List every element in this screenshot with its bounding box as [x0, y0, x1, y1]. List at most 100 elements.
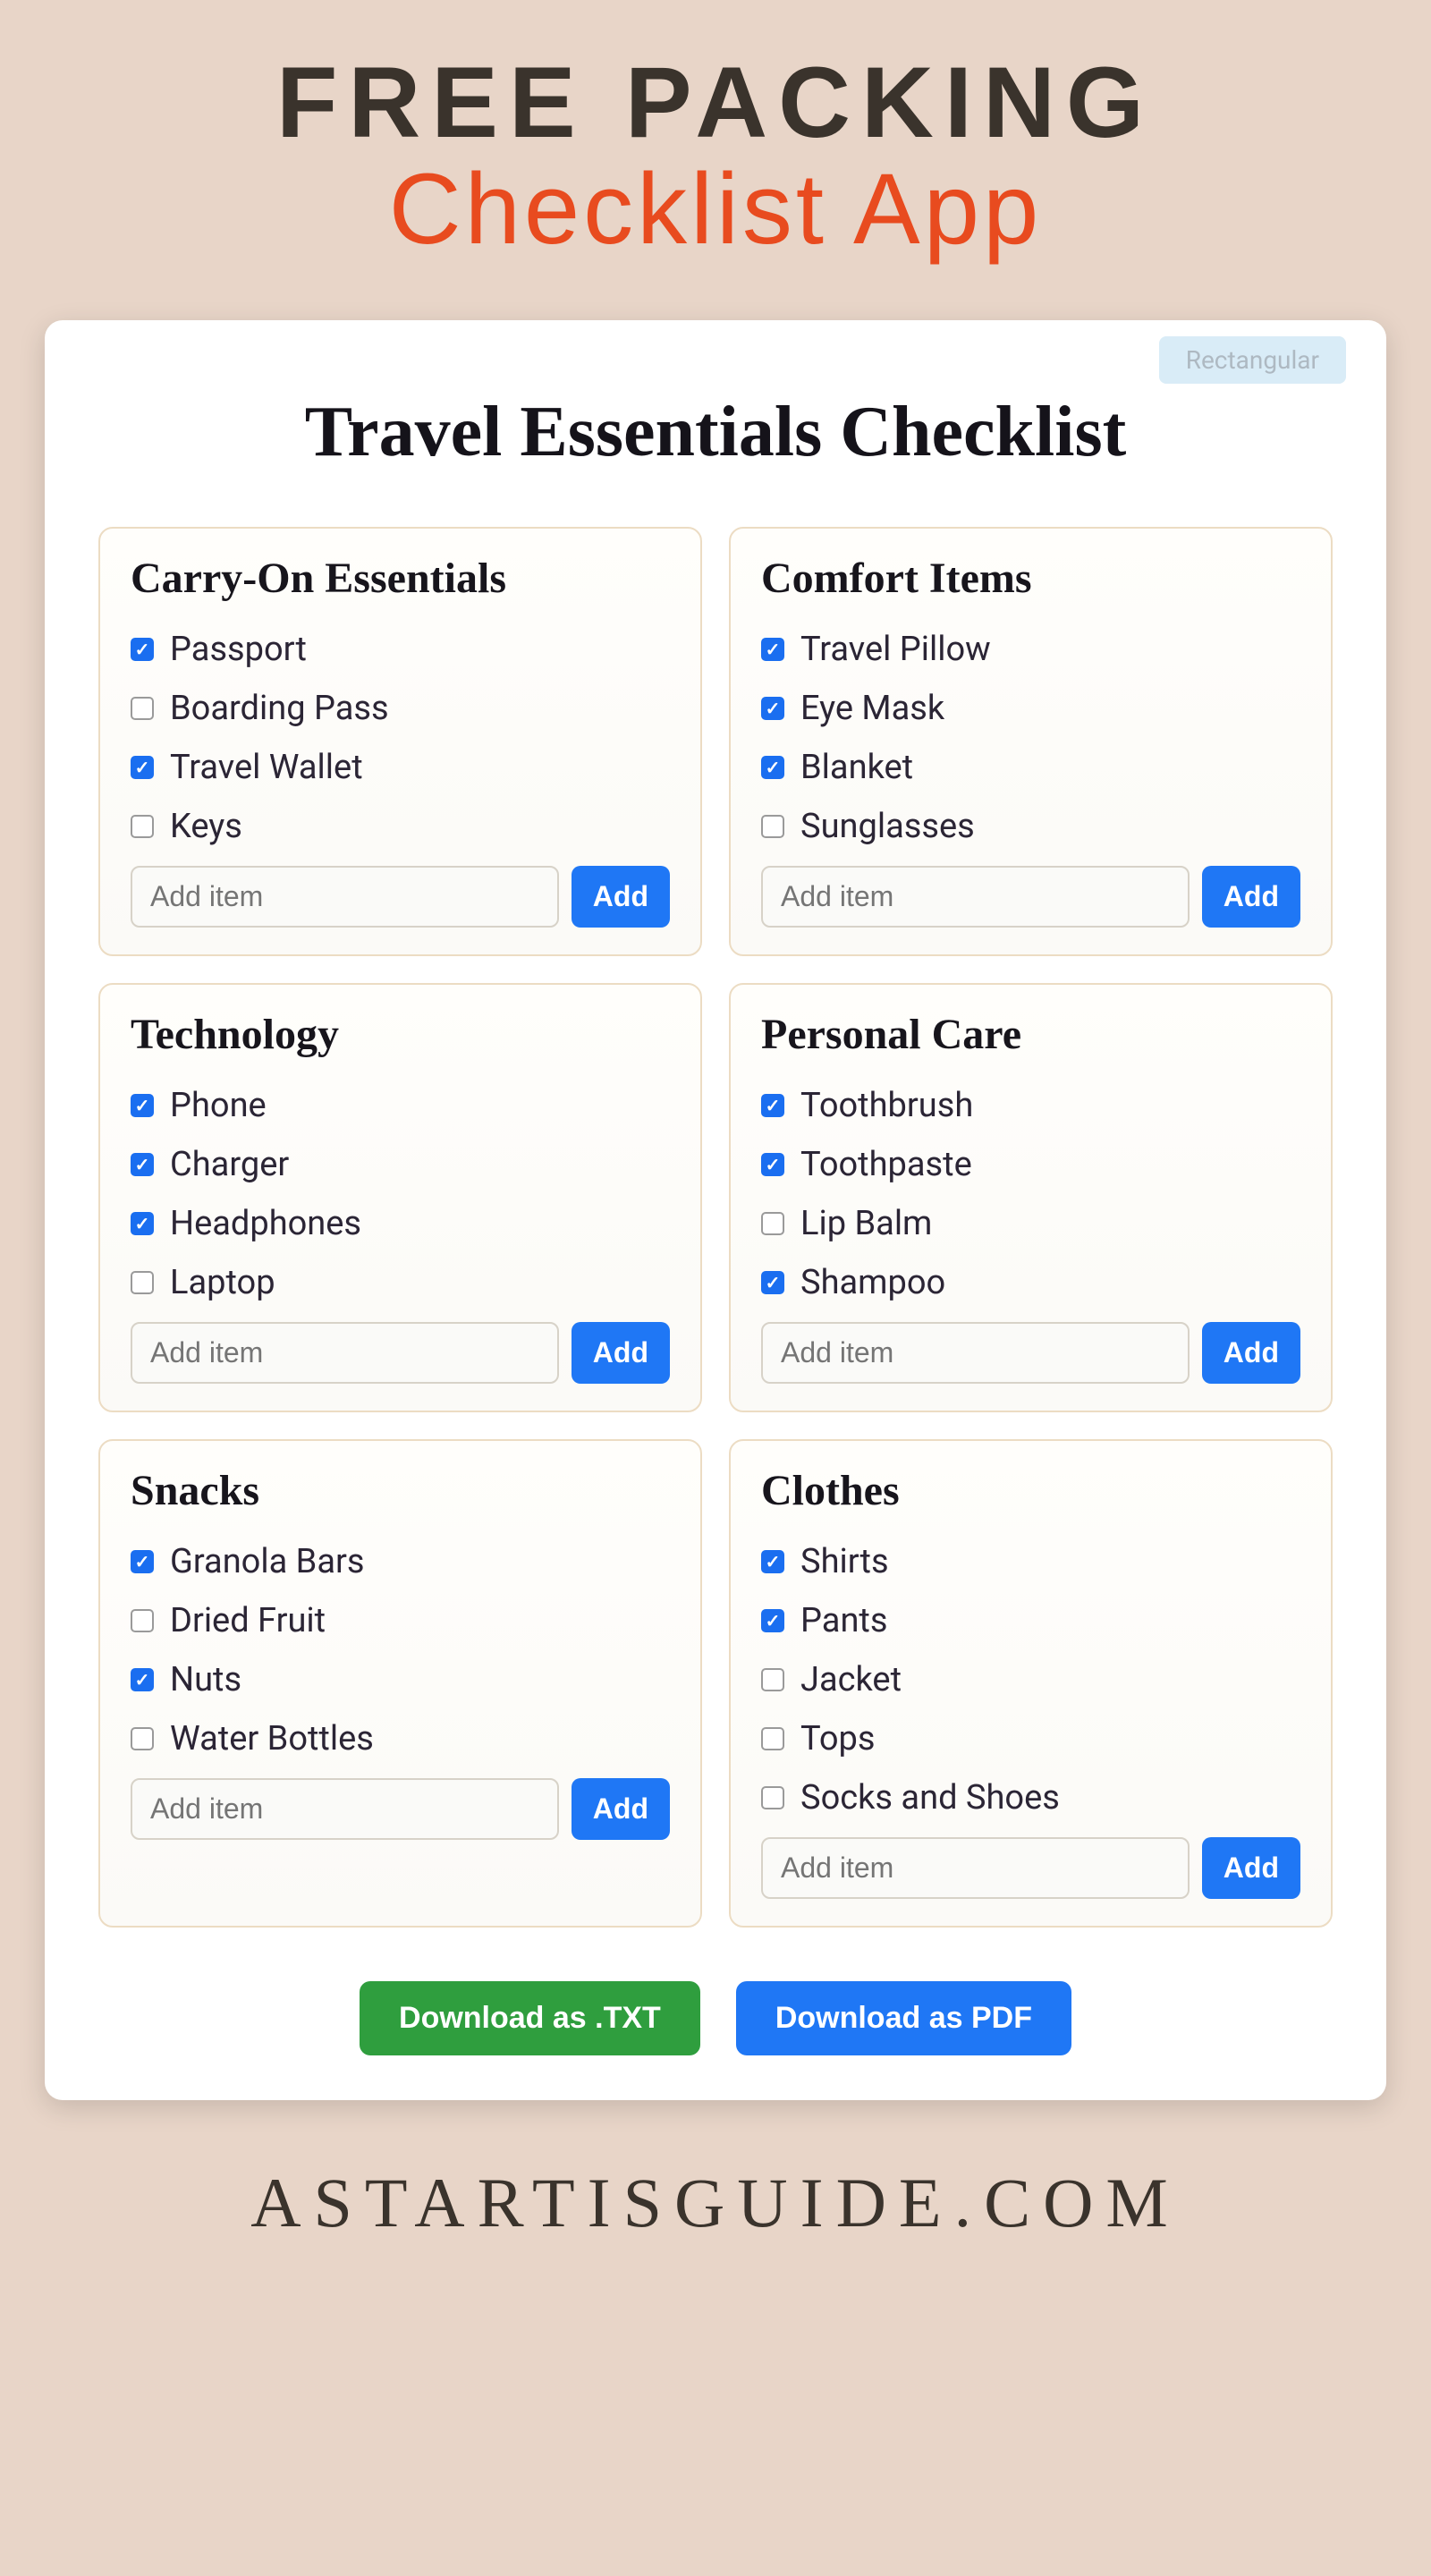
item-checkbox[interactable] [131, 1668, 154, 1691]
item-checkbox[interactable] [761, 1094, 784, 1117]
add-item-button[interactable]: Add [1202, 866, 1300, 928]
checklist-group: Carry-On Essentials Passport Boarding Pass… [98, 527, 702, 956]
item-label: Toothpaste [800, 1145, 972, 1184]
list-item: Travel Pillow [761, 630, 1300, 669]
item-checkbox[interactable] [761, 1212, 784, 1235]
download-txt-button[interactable]: Download as .TXT [360, 1981, 700, 2055]
group-title: Comfort Items [761, 554, 1300, 603]
item-checkbox[interactable] [131, 815, 154, 838]
item-checkbox[interactable] [131, 756, 154, 779]
item-checkbox[interactable] [761, 697, 784, 720]
list-item: Toothpaste [761, 1145, 1300, 1184]
item-checkbox[interactable] [761, 1550, 784, 1573]
list-item: Eye Mask [761, 689, 1300, 728]
item-label: Travel Wallet [170, 748, 363, 787]
add-item-input[interactable] [761, 1837, 1190, 1899]
checklist-group: Personal CareToothbrushToothpasteLip Bal… [729, 983, 1333, 1412]
list-item: Travel Wallet [131, 748, 670, 787]
add-item-row: Add [761, 1322, 1300, 1384]
item-label: Socks and Shoes [800, 1778, 1060, 1818]
list-item: Granola Bars [131, 1542, 670, 1581]
item-checkbox[interactable] [761, 1609, 784, 1632]
item-label: Toothbrush [800, 1086, 973, 1125]
list-item: Phone [131, 1086, 670, 1125]
list-item: Socks and Shoes [761, 1778, 1300, 1818]
group-title: Clothes [761, 1466, 1300, 1515]
item-label: Charger [170, 1145, 289, 1184]
add-item-row: Add [761, 866, 1300, 928]
add-item-input[interactable] [131, 1778, 559, 1840]
item-label: Blanket [800, 748, 913, 787]
list-item: Toothbrush [761, 1086, 1300, 1125]
list-item: Boarding Pass [131, 689, 670, 728]
add-item-row: Add [131, 866, 670, 928]
item-checkbox[interactable] [131, 638, 154, 661]
item-checkbox[interactable] [131, 1609, 154, 1632]
item-checkbox[interactable] [131, 1727, 154, 1750]
group-title: Snacks [131, 1466, 670, 1515]
add-item-row: Add [131, 1778, 670, 1840]
item-label: Shirts [800, 1542, 889, 1581]
list-item: Lip Balm [761, 1204, 1300, 1243]
item-checkbox[interactable] [761, 1786, 784, 1809]
item-label: Laptop [170, 1263, 275, 1302]
download-pdf-button[interactable]: Download as PDF [736, 1981, 1071, 2055]
list-item: Blanket [761, 748, 1300, 787]
item-checkbox[interactable] [131, 1271, 154, 1294]
list-item: Nuts [131, 1660, 670, 1699]
list-item: Sunglasses [761, 807, 1300, 846]
item-checkbox[interactable] [131, 1153, 154, 1176]
item-checkbox[interactable] [761, 1727, 784, 1750]
group-title: Carry-On Essentials [131, 554, 670, 603]
item-checkbox[interactable] [761, 815, 784, 838]
add-item-button[interactable]: Add [572, 1778, 670, 1840]
item-label: Travel Pillow [800, 630, 991, 669]
add-item-input[interactable] [761, 866, 1190, 928]
item-checkbox[interactable] [131, 1550, 154, 1573]
item-checkbox[interactable] [761, 638, 784, 661]
list-item: Water Bottles [131, 1719, 670, 1758]
add-item-row: Add [131, 1322, 670, 1384]
footer-site-url: ASTARTISGUIDE.COM [250, 2163, 1181, 2243]
list-item: Keys [131, 807, 670, 846]
app-window: Rectangular Travel Essentials Checklist … [45, 320, 1386, 2100]
item-label: Sunglasses [800, 807, 975, 846]
checklist-group: Clothes Shirts Pants Jacket Tops Socks and Sh… [729, 1439, 1333, 1928]
checklist-group: Snacks Granola Bars Dried Fruit Nuts Water B… [98, 1439, 702, 1928]
promo-title-line2: Checklist App [276, 151, 1155, 267]
item-checkbox[interactable] [761, 756, 784, 779]
item-checkbox[interactable] [131, 1094, 154, 1117]
item-label: Dried Fruit [170, 1601, 326, 1640]
download-actions: Download as .TXT Download as PDF [98, 1981, 1333, 2055]
list-item: Shirts [761, 1542, 1300, 1581]
add-item-button[interactable]: Add [1202, 1322, 1300, 1384]
item-checkbox[interactable] [761, 1153, 784, 1176]
checklist-group: Comfort Items Travel Pillow Eye Mask Blanke… [729, 527, 1333, 956]
item-checkbox[interactable] [761, 1271, 784, 1294]
item-label: Eye Mask [800, 689, 944, 728]
item-label: Phone [170, 1086, 267, 1125]
checklist-grid: Carry-On Essentials Passport Boarding Pass… [98, 527, 1333, 1928]
item-checkbox[interactable] [131, 697, 154, 720]
add-item-input[interactable] [761, 1322, 1190, 1384]
add-item-input[interactable] [131, 1322, 559, 1384]
item-checkbox[interactable] [761, 1668, 784, 1691]
add-item-button[interactable]: Add [572, 1322, 670, 1384]
item-label: Granola Bars [170, 1542, 365, 1581]
checklist-title: Travel Essentials Checklist [98, 392, 1333, 473]
checklist-group: Technology Phone Charger Headphones Laptop Ad… [98, 983, 702, 1412]
group-title: Technology [131, 1010, 670, 1059]
item-label: Headphones [170, 1204, 361, 1243]
list-item: Pants [761, 1601, 1300, 1640]
add-item-input[interactable] [131, 866, 559, 928]
add-item-button[interactable]: Add [1202, 1837, 1300, 1899]
item-label: Water Bottles [170, 1719, 374, 1758]
list-item: Headphones [131, 1204, 670, 1243]
item-label: Keys [170, 807, 242, 846]
item-label: Tops [800, 1719, 875, 1758]
add-item-button[interactable]: Add [572, 866, 670, 928]
list-item: Laptop [131, 1263, 670, 1302]
item-label: Jacket [800, 1660, 902, 1699]
item-checkbox[interactable] [131, 1212, 154, 1235]
item-label: Passport [170, 630, 307, 669]
